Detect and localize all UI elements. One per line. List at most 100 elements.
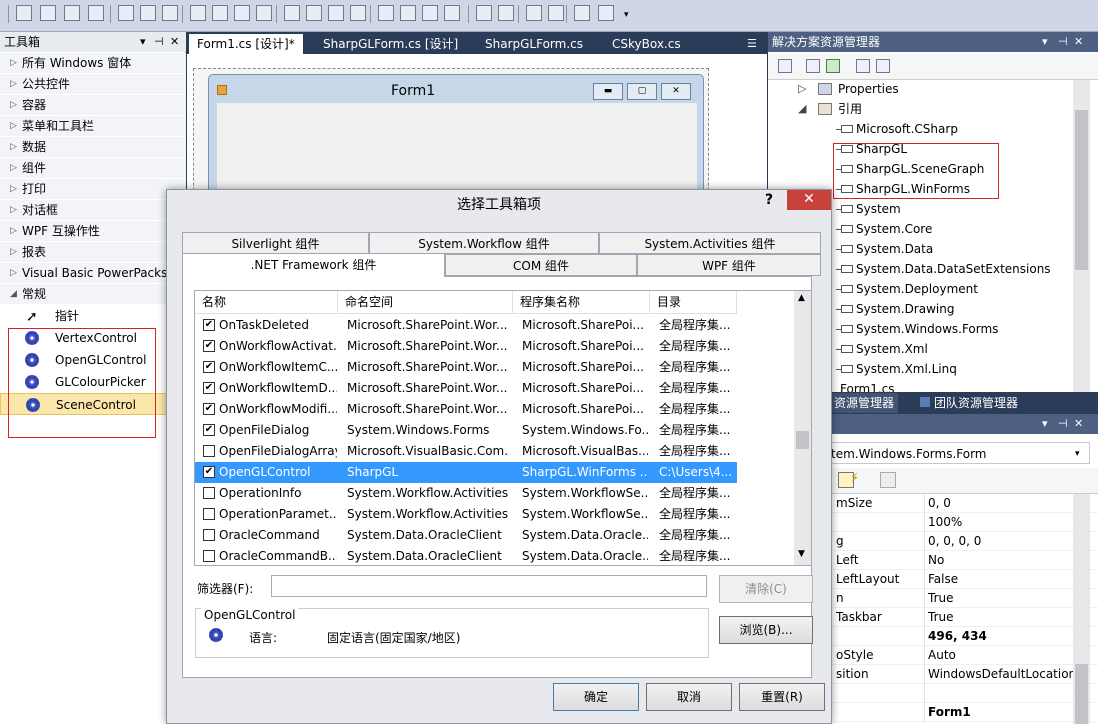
- toolbox-item[interactable]: ➚ 指针: [0, 305, 186, 327]
- show-all-files-icon[interactable]: [778, 59, 792, 73]
- solution-tree-item[interactable]: ▷ Properties: [768, 79, 1098, 99]
- toolbar-tool-icon[interactable]: [162, 5, 178, 21]
- component-checkbox[interactable]: ✔: [203, 403, 215, 415]
- toolbar-overflow-icon[interactable]: ▾: [624, 10, 629, 20]
- pin-icon[interactable]: ⊣: [1058, 32, 1068, 52]
- toolbar-tool-icon[interactable]: [350, 5, 366, 21]
- tab-net-framework[interactable]: .NET Framework 组件: [182, 253, 445, 277]
- scroll-down-icon[interactable]: ▼: [798, 549, 805, 559]
- toolbar-tool-icon[interactable]: [140, 5, 156, 21]
- component-row[interactable]: OperationInfo System.Workflow.Activities S…: [195, 483, 737, 504]
- tab-system-activities[interactable]: System.Activities 组件: [599, 232, 821, 254]
- toolbox-category[interactable]: ▷ 公共控件: [0, 74, 186, 95]
- toolbar-tool-icon[interactable]: [118, 5, 134, 21]
- expand-icon[interactable]: ▷: [798, 79, 806, 99]
- component-row[interactable]: OpenFileDialogArray Microsoft.VisualBasic…: [195, 441, 737, 462]
- reset-button[interactable]: 重置(R): [739, 683, 825, 711]
- toolbar-tool-icon[interactable]: [190, 5, 206, 21]
- toolbox-category[interactable]: ▷ 所有 Windows 窗体: [0, 53, 186, 74]
- component-checkbox[interactable]: [203, 445, 215, 457]
- component-checkbox[interactable]: ✔: [203, 424, 215, 436]
- component-row[interactable]: ✔ OnWorkflowItemD... Microsoft.SharePoint.…: [195, 378, 737, 399]
- toolbox-category[interactable]: ▷ 打印: [0, 179, 186, 200]
- solution-tree-item[interactable]: Microsoft.CSharp: [768, 119, 1098, 139]
- scrollbar-thumb[interactable]: [1075, 110, 1088, 270]
- toolbar-tool-icon[interactable]: [574, 5, 590, 21]
- refresh-icon[interactable]: [826, 59, 840, 73]
- properties-icon[interactable]: [806, 59, 820, 73]
- toolbar-tool-icon[interactable]: [476, 5, 492, 21]
- component-checkbox[interactable]: ✔: [203, 340, 215, 352]
- filter-input[interactable]: [271, 575, 707, 597]
- tab-solution-explorer[interactable]: 资源管理器: [830, 393, 899, 413]
- component-row[interactable]: OracleCommand System.Data.OracleClient Sys…: [195, 525, 737, 546]
- clear-button[interactable]: 清除(C): [719, 575, 813, 603]
- components-list[interactable]: 名称 命名空间 程序集名称 目录 ✔ OnTaskDeleted Microsoft…: [194, 290, 812, 566]
- toolbar-tool-icon[interactable]: [16, 5, 32, 21]
- view-code-icon[interactable]: [856, 59, 870, 73]
- tab-sharpglform-code[interactable]: SharpGLForm.cs: [477, 34, 591, 54]
- toolbox-category[interactable]: ▷ 数据: [0, 137, 186, 158]
- component-row[interactable]: ✔ OpenGLControl SharpGL SharpGL.WinForms ..…: [195, 462, 737, 483]
- browse-button[interactable]: 浏览(B)...: [719, 616, 813, 644]
- toolbar-tool-icon[interactable]: [284, 5, 300, 21]
- component-checkbox[interactable]: ✔: [203, 361, 215, 373]
- column-header-name[interactable]: 名称: [195, 291, 338, 314]
- column-header-assembly[interactable]: 程序集名称: [513, 291, 650, 314]
- dropdown-icon[interactable]: ▾: [140, 32, 146, 52]
- dropdown-icon[interactable]: ▾: [1042, 32, 1048, 52]
- tab-sharpglform-design[interactable]: SharpGLForm.cs [设计]: [315, 34, 466, 54]
- view-designer-icon[interactable]: [876, 59, 890, 73]
- scrollbar[interactable]: ▲ ▼: [794, 291, 811, 565]
- component-checkbox[interactable]: ✔: [203, 319, 215, 331]
- close-button[interactable]: ✕: [787, 190, 831, 210]
- component-row[interactable]: ✔ OnWorkflowModifi... Microsoft.SharePoint…: [195, 399, 737, 420]
- scrollbar-thumb[interactable]: [1075, 664, 1088, 724]
- toolbar-tool-icon[interactable]: [422, 5, 438, 21]
- component-checkbox[interactable]: [203, 487, 215, 499]
- toolbox-category[interactable]: ▷ 对话框: [0, 200, 186, 221]
- component-checkbox[interactable]: [203, 508, 215, 520]
- toolbox-category[interactable]: ▷ 菜单和工具栏: [0, 116, 186, 137]
- toolbox-category[interactable]: ▷ 组件: [0, 158, 186, 179]
- column-header-directory[interactable]: 目录: [650, 291, 737, 314]
- toolbox-category[interactable]: ▷ Visual Basic PowerPacks: [0, 263, 186, 284]
- component-checkbox[interactable]: [203, 550, 215, 562]
- help-button[interactable]: ?: [765, 192, 773, 208]
- toolbox-category[interactable]: ▷ WPF 互操作性: [0, 221, 186, 242]
- component-row[interactable]: ✔ OnTaskDeleted Microsoft.SharePoint.Wor..…: [195, 315, 737, 336]
- property-pages-icon[interactable]: [880, 472, 896, 488]
- component-row[interactable]: ✔ OnWorkflowItemC... Microsoft.SharePoint.…: [195, 357, 737, 378]
- toolbar-tool-icon[interactable]: [328, 5, 344, 21]
- pin-icon[interactable]: ⊣: [1058, 414, 1068, 434]
- toolbar-tool-icon[interactable]: [88, 5, 104, 21]
- toolbar-tool-icon[interactable]: [212, 5, 228, 21]
- tab-form1-design[interactable]: Form1.cs [设计]*: [189, 34, 303, 54]
- close-icon[interactable]: ✕: [1074, 32, 1083, 52]
- tab-list-icon[interactable]: ☰: [739, 34, 765, 54]
- scrollbar-thumb[interactable]: [796, 431, 809, 449]
- toolbar-tool-icon[interactable]: [598, 5, 614, 21]
- collapse-icon[interactable]: ◢: [798, 99, 806, 119]
- close-icon[interactable]: ✕: [1074, 414, 1083, 434]
- tab-cskybox[interactable]: CSkyBox.cs: [604, 34, 689, 54]
- toolbox-category[interactable]: ▷ 容器: [0, 95, 186, 116]
- tab-silverlight[interactable]: Silverlight 组件: [182, 232, 369, 254]
- toolbar-tool-icon[interactable]: [548, 5, 564, 21]
- component-checkbox[interactable]: ✔: [203, 466, 215, 478]
- component-checkbox[interactable]: [203, 529, 215, 541]
- toolbox-category[interactable]: ◢ 常规: [0, 284, 186, 305]
- dropdown-icon[interactable]: ▾: [1042, 414, 1048, 434]
- toolbox-category[interactable]: ▷ 报表: [0, 242, 186, 263]
- toolbar-tool-icon[interactable]: [526, 5, 542, 21]
- toolbar-tool-icon[interactable]: [378, 5, 394, 21]
- close-icon[interactable]: ✕: [170, 32, 179, 52]
- toolbar-tool-icon[interactable]: [256, 5, 272, 21]
- toolbar-tool-icon[interactable]: [306, 5, 322, 21]
- pin-icon[interactable]: ⊣: [154, 32, 164, 52]
- column-header-namespace[interactable]: 命名空间: [338, 291, 513, 314]
- scrollbar[interactable]: [1073, 80, 1090, 392]
- events-icon[interactable]: ⚡: [850, 471, 859, 486]
- tab-com[interactable]: COM 组件: [445, 254, 637, 276]
- component-checkbox[interactable]: ✔: [203, 382, 215, 394]
